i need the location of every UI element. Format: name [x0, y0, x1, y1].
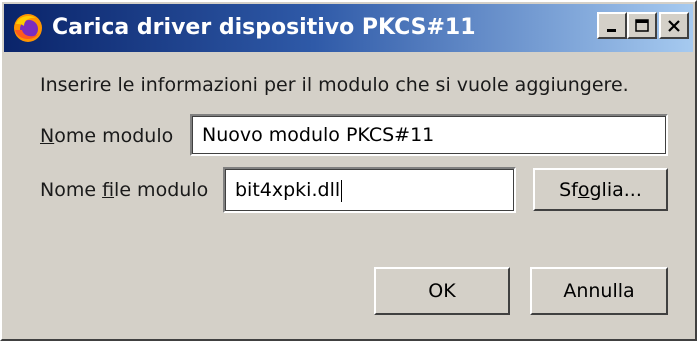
close-button[interactable]	[659, 12, 689, 39]
module-name-label-rest: ome modulo	[54, 125, 174, 147]
text-caret	[341, 179, 343, 202]
browse-label-post: glia...	[589, 178, 642, 201]
module-file-label-pre: Nome	[40, 179, 103, 201]
module-file-label-post: ile modulo	[114, 179, 209, 201]
maximize-button[interactable]	[627, 12, 657, 39]
info-text: Inserire le informazioni per il modulo c…	[40, 74, 629, 96]
module-file-input[interactable]: bit4xpki.dll	[223, 167, 516, 213]
module-name-input[interactable]: Nuovo modulo PKCS#11	[190, 114, 668, 156]
browse-button[interactable]: Sf o glia...	[533, 168, 668, 211]
maximize-icon	[634, 18, 650, 34]
module-file-value: bit4xpki.dll	[235, 179, 341, 201]
minimize-icon	[604, 18, 620, 34]
window-title: Carica driver dispositivo PKCS#11	[52, 15, 476, 40]
module-file-label: Nome file modulo	[40, 179, 208, 201]
close-icon	[666, 18, 682, 34]
module-file-label-mnemonic: f	[102, 179, 115, 201]
browse-label-pre: Sf	[559, 178, 578, 201]
module-name-label: Nome modulo	[40, 125, 173, 147]
module-name-label-mnemonic: N	[40, 125, 55, 147]
module-name-value: Nuovo modulo PKCS#11	[202, 124, 435, 146]
cancel-button[interactable]: Annulla	[530, 267, 668, 315]
ok-button[interactable]: OK	[374, 267, 510, 315]
minimize-button[interactable]	[597, 12, 627, 39]
dialog-window: Carica driver dispositivo PKCS#11 Inseri…	[0, 0, 697, 341]
title-bar[interactable]: Carica driver dispositivo PKCS#11	[4, 4, 693, 52]
browse-label-mnemonic: o	[577, 178, 590, 201]
firefox-icon	[12, 12, 44, 44]
